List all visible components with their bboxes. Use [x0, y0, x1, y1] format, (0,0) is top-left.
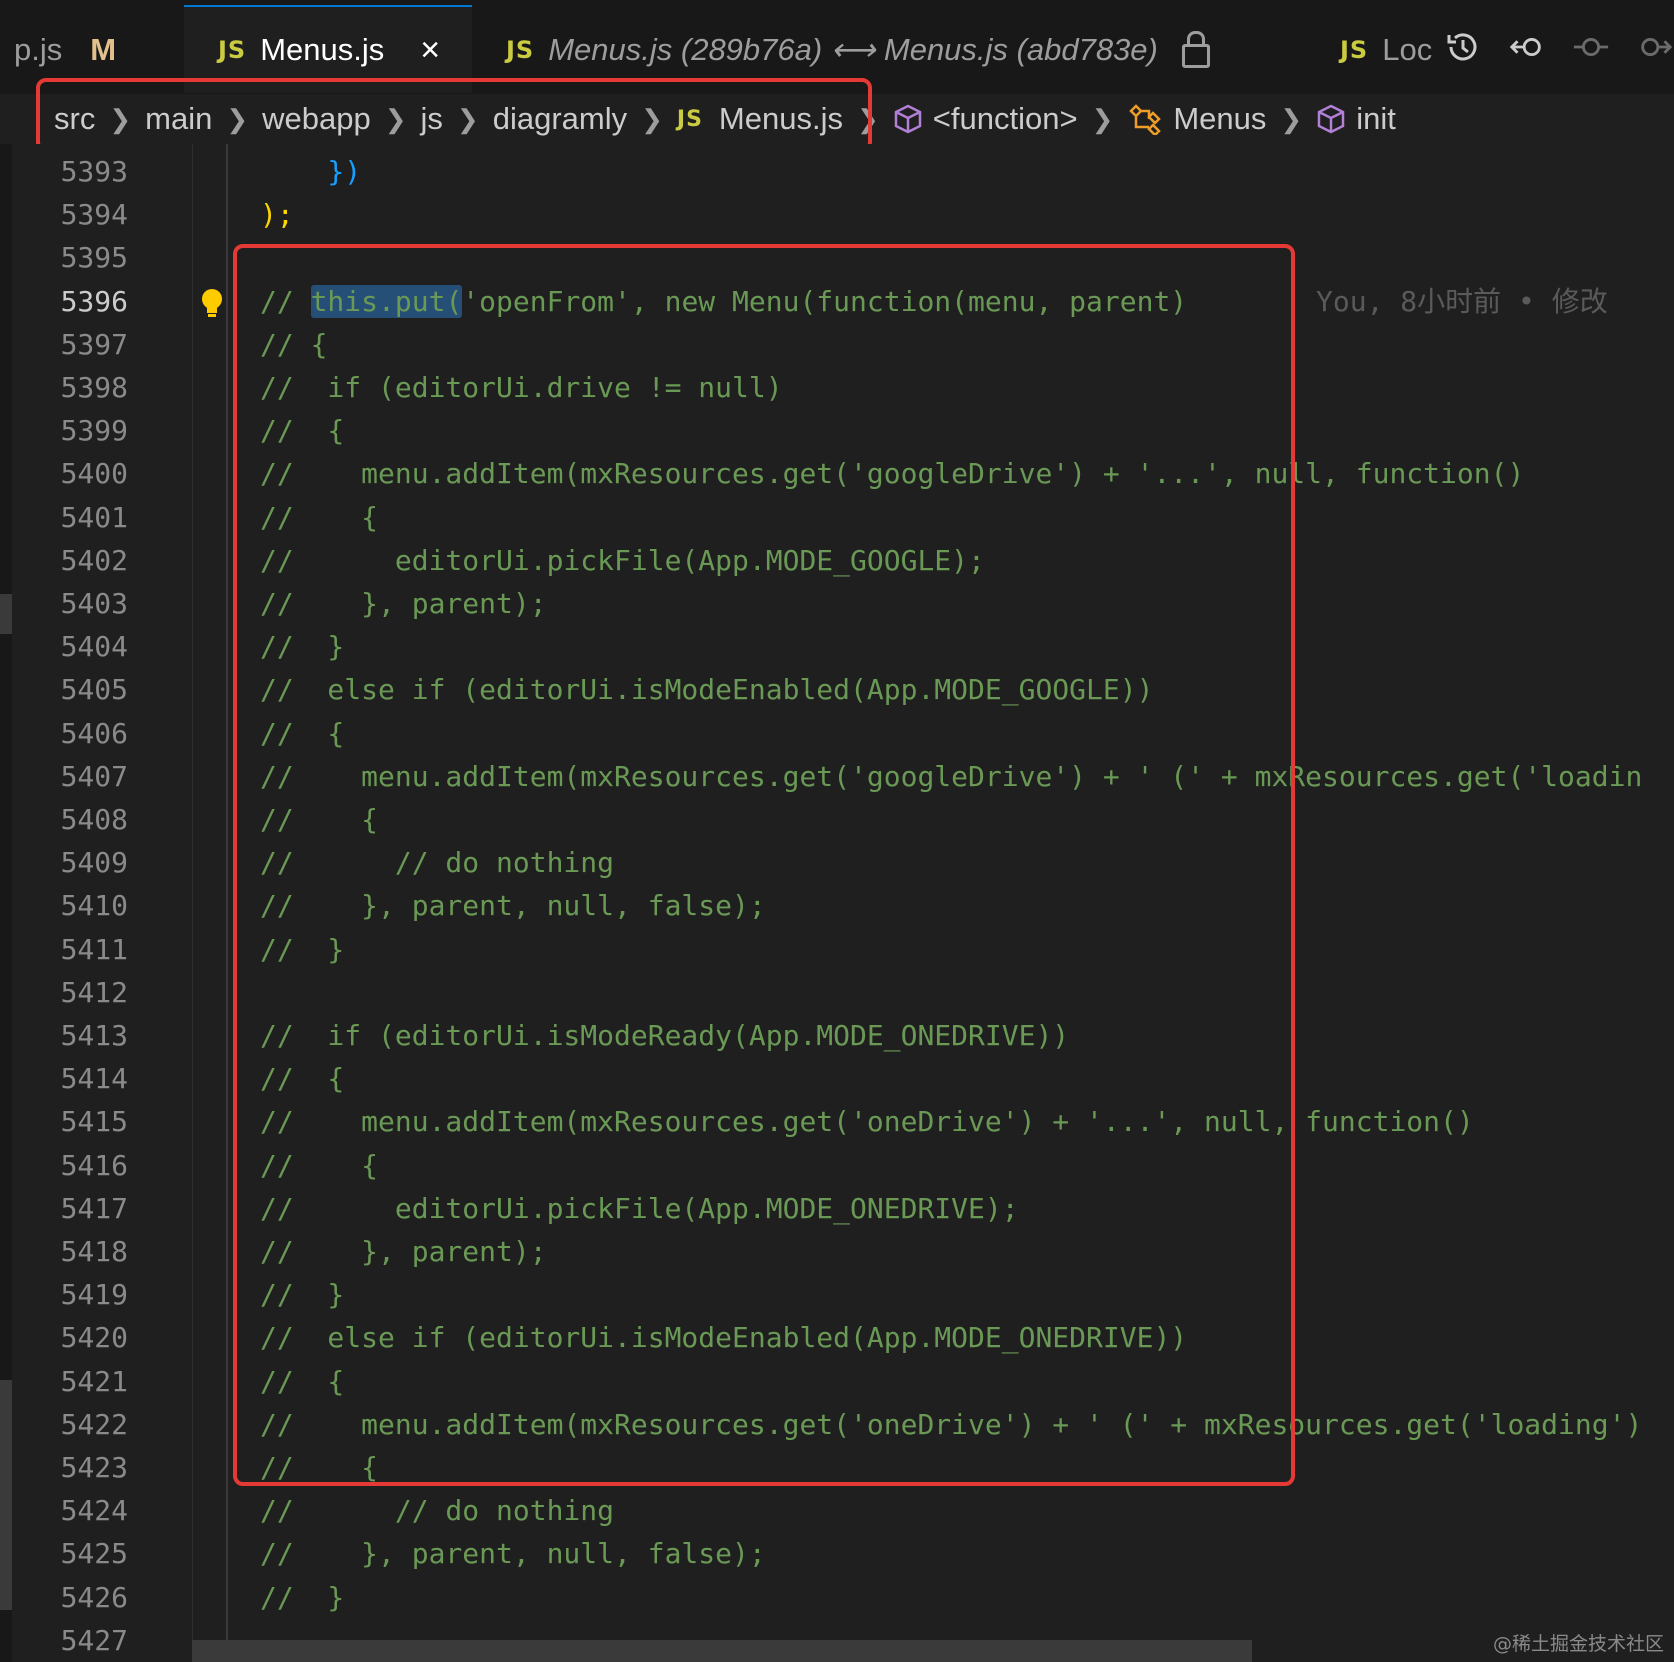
- line-number: 5394: [60, 198, 128, 232]
- code-text: }): [260, 155, 362, 188]
- close-icon[interactable]: ×: [420, 31, 440, 70]
- line-number: 5400: [60, 457, 128, 491]
- breadcrumb-highlight-box: [36, 78, 872, 152]
- horizontal-scrollbar[interactable]: [192, 1640, 1252, 1662]
- breadcrumb-item-init[interactable]: init: [1316, 101, 1396, 137]
- code-line[interactable]: 5424 // // do nothing: [0, 1489, 1674, 1532]
- line-number: 5425: [60, 1537, 128, 1571]
- line-number: 5420: [60, 1321, 128, 1355]
- line-number: 5414: [60, 1062, 128, 1096]
- code-highlight-box: [233, 244, 1295, 1486]
- code-line[interactable]: 5393 }): [0, 150, 1674, 193]
- go-to-commit-icon[interactable]: [1572, 28, 1610, 66]
- line-number: 5409: [60, 846, 128, 880]
- class-icon: [1129, 104, 1162, 135]
- line-number: 5393: [60, 155, 128, 188]
- code-text: // }, parent, null, false);: [260, 1537, 766, 1571]
- line-number: 5410: [60, 889, 128, 923]
- tab-label: p.js: [14, 32, 63, 67]
- breadcrumb-item-menus[interactable]: Menus: [1127, 101, 1266, 137]
- breadcrumb-label: init: [1356, 101, 1396, 136]
- line-number: 5406: [60, 716, 128, 750]
- line-number: 5413: [60, 1019, 128, 1052]
- tab-label: Loc: [1382, 32, 1433, 67]
- line-number: 5426: [60, 1580, 128, 1614]
- line-number: 5395: [60, 241, 128, 275]
- line-number: 5422: [60, 1407, 128, 1441]
- modified-indicator: M: [90, 32, 117, 67]
- breadcrumb-label: Menus: [1173, 101, 1267, 136]
- editor-toolbar: [1444, 28, 1674, 66]
- line-number: 5401: [60, 500, 128, 534]
- method-cube-icon: [1317, 104, 1345, 134]
- line-number: 5424: [60, 1494, 128, 1528]
- line-number: 5402: [60, 543, 128, 577]
- js-file-icon: JS: [218, 36, 247, 64]
- line-number: 5403: [60, 587, 128, 620]
- line-number: 5419: [60, 1278, 128, 1312]
- line-number: 5423: [60, 1451, 128, 1484]
- chevron-right-icon: ❯: [1091, 103, 1114, 134]
- breadcrumb-label: <function>: [932, 101, 1078, 136]
- code-text: );: [260, 198, 294, 232]
- git-blame-annotation: You, 8小时前 • 修改: [1316, 284, 1608, 318]
- chevron-right-icon: ❯: [1280, 103, 1303, 134]
- code-line[interactable]: 5426 // }: [0, 1576, 1674, 1619]
- line-number: 5408: [60, 803, 128, 836]
- line-number: 5411: [60, 932, 128, 966]
- line-number: 5398: [60, 371, 128, 404]
- go-back-icon[interactable]: [1508, 28, 1546, 66]
- line-number: 5399: [60, 414, 128, 448]
- line-number: 5396: [60, 284, 128, 318]
- line-number: 5421: [60, 1364, 128, 1398]
- code-line[interactable]: 5394);: [0, 193, 1674, 236]
- js-file-icon: JS: [506, 36, 535, 64]
- breadcrumb-item-function[interactable]: <function>: [893, 101, 1078, 137]
- cube-icon: [894, 104, 922, 134]
- line-number: 5427: [60, 1623, 128, 1657]
- go-forward-icon[interactable]: [1636, 28, 1674, 66]
- js-file-icon: JS: [1340, 36, 1369, 64]
- line-number: 5418: [60, 1235, 128, 1268]
- history-icon[interactable]: [1444, 28, 1482, 66]
- line-number: 5412: [60, 975, 128, 1009]
- line-number: 5407: [60, 759, 128, 793]
- line-number: 5417: [60, 1191, 128, 1225]
- code-text: // }: [260, 1580, 345, 1614]
- lock-icon: [1181, 31, 1210, 68]
- tab-label: Menus.js: [260, 32, 385, 67]
- line-number: 5404: [60, 630, 128, 664]
- code-line[interactable]: 5425 // }, parent, null, false);: [0, 1532, 1674, 1575]
- code-text: // // do nothing: [260, 1494, 615, 1528]
- tab-label: Menus.js (289b76a) ⟷ Menus.js (abd783e): [548, 32, 1158, 67]
- line-number: 5416: [60, 1148, 128, 1182]
- line-number: 5397: [60, 327, 128, 361]
- line-number: 5405: [60, 673, 128, 707]
- line-number: 5415: [60, 1105, 128, 1139]
- watermark: @稀土掘金技术社区: [1492, 1633, 1664, 1655]
- tab-loc[interactable]: JS Loc: [1296, 6, 1444, 94]
